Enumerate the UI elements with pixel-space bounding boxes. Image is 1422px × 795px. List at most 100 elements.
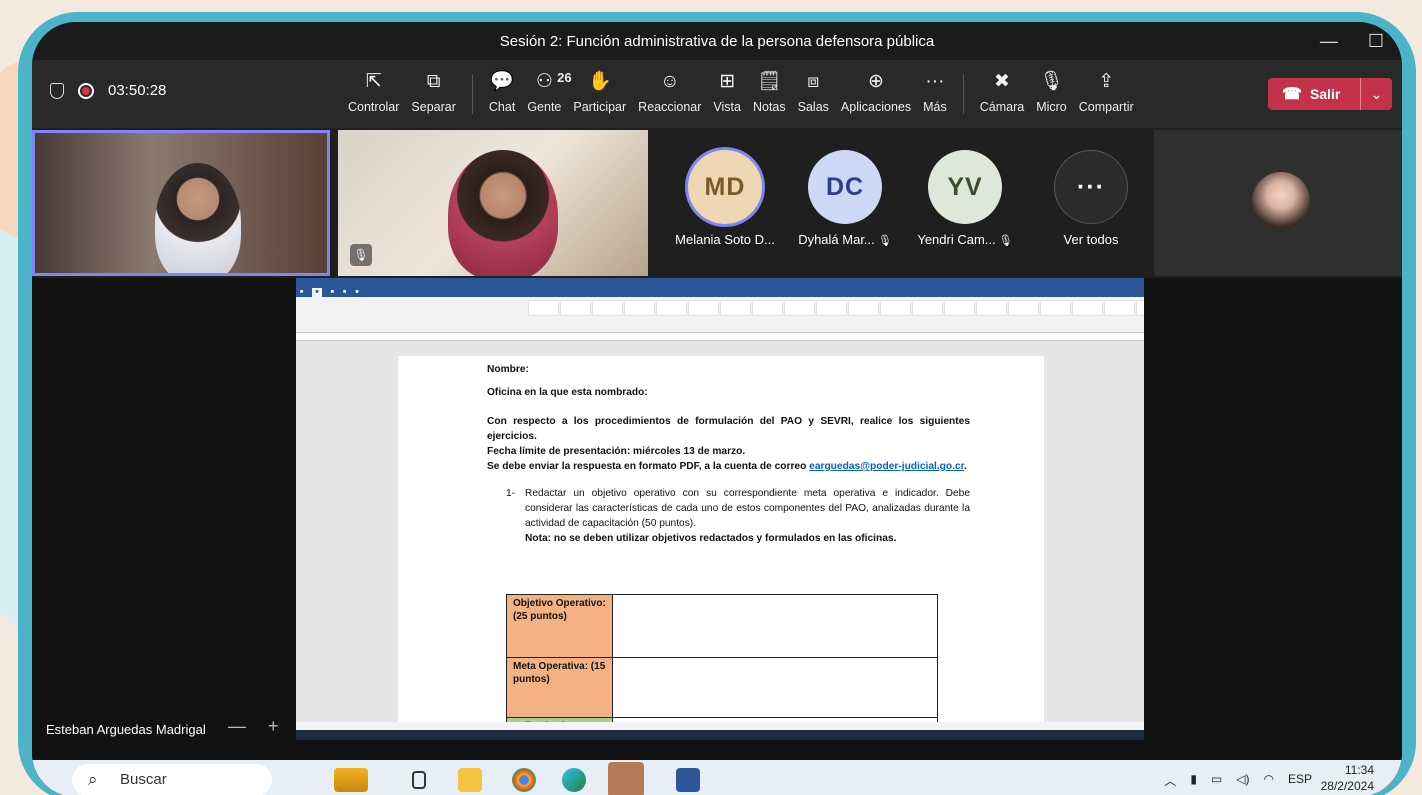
notas-icon: 🗒 <box>757 71 782 92</box>
file-explorer-icon[interactable] <box>458 768 482 792</box>
style-swatch[interactable] <box>720 300 751 316</box>
style-swatch[interactable] <box>560 300 591 316</box>
word-titlebar <box>296 278 1144 288</box>
toolbar-gente-button[interactable]: ⚇ 26 Gente <box>521 68 571 124</box>
participant-video <box>155 163 241 273</box>
style-swatch[interactable] <box>1040 300 1071 316</box>
volume-icon[interactable]: ◁) <box>1236 772 1249 789</box>
video-tile-participant[interactable]: 🎙 <box>338 130 648 276</box>
doc-item-note: Nota: no se deben utilizar objetivos red… <box>525 533 897 544</box>
zoom-in-button[interactable]: + <box>268 716 279 737</box>
toolbar-label: Notas <box>752 100 786 114</box>
separar-icon: ⧉ <box>426 71 441 92</box>
style-swatch[interactable] <box>656 300 687 316</box>
chrome-icon[interactable] <box>512 768 536 792</box>
participar-icon: ✋ <box>587 71 612 92</box>
toolbar-label: Aplicaciones <box>840 100 912 114</box>
wifi-icon[interactable]: ◠ <box>1264 772 1274 789</box>
style-swatch[interactable] <box>1136 300 1144 316</box>
toolbar-separar-button[interactable]: ⧉ Separar <box>405 68 461 124</box>
avatar <box>1252 172 1310 230</box>
video-tile-self[interactable] <box>1154 130 1402 276</box>
leave-label: Salir <box>1309 86 1341 102</box>
language-indicator[interactable]: ESP <box>1288 772 1312 789</box>
style-swatch[interactable] <box>752 300 783 316</box>
toolbar-ms-button[interactable]: ··· Más <box>917 68 953 124</box>
toolbar-controlar-button[interactable]: ⇱ Controlar <box>342 68 405 124</box>
style-swatch[interactable] <box>528 300 559 316</box>
teams-icon[interactable] <box>608 762 644 795</box>
table-row-label: Meta Operativa: (15 puntos) <box>506 657 613 718</box>
style-swatch[interactable] <box>880 300 911 316</box>
toolbar-label: Participar <box>573 100 627 114</box>
table-cell-answer[interactable] <box>612 594 938 658</box>
style-swatch[interactable] <box>688 300 719 316</box>
style-swatch[interactable] <box>624 300 655 316</box>
participant-name: Dyhalá Mar... 🎙 <box>786 232 904 247</box>
leave-button[interactable]: ☎ Salir ⌄ <box>1268 78 1392 110</box>
participant-tile[interactable]: MD Melania Soto D... <box>666 130 784 276</box>
participant-tile[interactable]: YV Yendri Cam... 🎙 <box>906 130 1024 276</box>
mic-off-icon: 🎙 <box>995 235 1013 247</box>
widget-icon[interactable] <box>334 768 368 792</box>
toolbar-salas-button[interactable]: ⧈ Salas <box>792 68 835 124</box>
email-link[interactable]: earguedas@poder-judicial.go.cr <box>809 461 964 472</box>
toolbar-label: Salas <box>797 100 829 114</box>
participant-gallery: 🎙 MD Melania Soto D... DC Dyhalá Mar... 🎙 YV… <box>32 130 1402 276</box>
search-input[interactable]: ⌕ Buscar <box>72 764 272 795</box>
usb-icon[interactable]: ▮ <box>1190 772 1197 789</box>
chevron-down-icon[interactable]: ⌄ <box>1360 78 1392 110</box>
battery-icon[interactable]: ▭ <box>1211 772 1222 789</box>
table-cell-answer[interactable] <box>612 657 938 718</box>
see-all-label: Ver todos <box>1063 232 1119 247</box>
micro-icon: 🎙 <box>1039 71 1064 92</box>
toolbar-notas-button[interactable]: 🗒 Notas <box>747 68 792 124</box>
windows-taskbar: ⌕ Buscar ︿ ▮ ▭ ◁) ◠ ESP 11:34 28/2/2024 <box>32 760 1402 795</box>
participant-tile[interactable]: DC Dyhalá Mar... 🎙 <box>786 130 904 276</box>
style-swatch[interactable] <box>816 300 847 316</box>
search-icon: ⌕ <box>88 770 98 789</box>
clock-time: 11:34 <box>1344 763 1374 777</box>
clock[interactable]: 11:34 28/2/2024 <box>1321 762 1374 794</box>
mic-off-icon: 🎙 <box>874 235 892 247</box>
see-all-button[interactable]: ··· Ver todos <box>1032 130 1150 276</box>
search-placeholder: Buscar <box>120 771 167 788</box>
list-number: 1- <box>506 488 516 499</box>
chat-icon: 💬 <box>490 71 514 92</box>
compartir-icon: ⇪ <box>1098 71 1115 92</box>
toolbar-label: Separar <box>411 100 456 114</box>
maximize-button[interactable]: ☐ <box>1368 22 1384 61</box>
shield-icon <box>50 82 64 99</box>
toolbar-vista-button[interactable]: ⊞ Vista <box>707 68 747 124</box>
style-swatch[interactable] <box>1008 300 1039 316</box>
toolbar-micro-button[interactable]: 🎙 Micro <box>1030 68 1073 124</box>
task-view-icon[interactable] <box>412 771 426 789</box>
doc-period: . <box>964 461 967 472</box>
toolbar-chat-button[interactable]: 💬 Chat <box>483 68 521 124</box>
toolbar-cmara-button[interactable]: ✖ Cámara <box>974 68 1030 124</box>
word-ribbon <box>296 297 1144 333</box>
word-icon[interactable] <box>676 768 700 792</box>
edge-icon[interactable] <box>562 768 586 792</box>
style-swatch[interactable] <box>848 300 879 316</box>
word-window[interactable]: ■ ■ ■ ■ ■ Nombre: Oficina en la que esta nom… <box>296 278 1144 740</box>
style-swatch[interactable] <box>976 300 1007 316</box>
toolbar-participar-button[interactable]: ✋ Participar <box>567 68 632 124</box>
toolbar-label: Más <box>923 100 947 114</box>
style-swatch[interactable] <box>1072 300 1103 316</box>
tab-inicio: ■ <box>312 288 322 297</box>
minimize-button[interactable]: — <box>1320 22 1338 61</box>
style-swatch[interactable] <box>592 300 623 316</box>
style-swatch[interactable] <box>1104 300 1135 316</box>
style-swatch[interactable] <box>912 300 943 316</box>
ms-icon: ··· <box>925 71 945 92</box>
window-title: Sesión 2: Función administrativa de la p… <box>499 33 935 50</box>
video-tile-presenter[interactable] <box>32 130 330 276</box>
style-swatch[interactable] <box>784 300 815 316</box>
toolbar-reaccionar-button[interactable]: ☺ Reaccionar <box>632 68 707 124</box>
zoom-out-button[interactable]: — <box>228 716 246 737</box>
chevron-up-icon[interactable]: ︿ <box>1164 772 1176 789</box>
toolbar-compartir-button[interactable]: ⇪ Compartir <box>1073 68 1140 124</box>
toolbar-aplicaciones-button[interactable]: ⊕ Aplicaciones <box>835 68 917 124</box>
style-swatch[interactable] <box>944 300 975 316</box>
